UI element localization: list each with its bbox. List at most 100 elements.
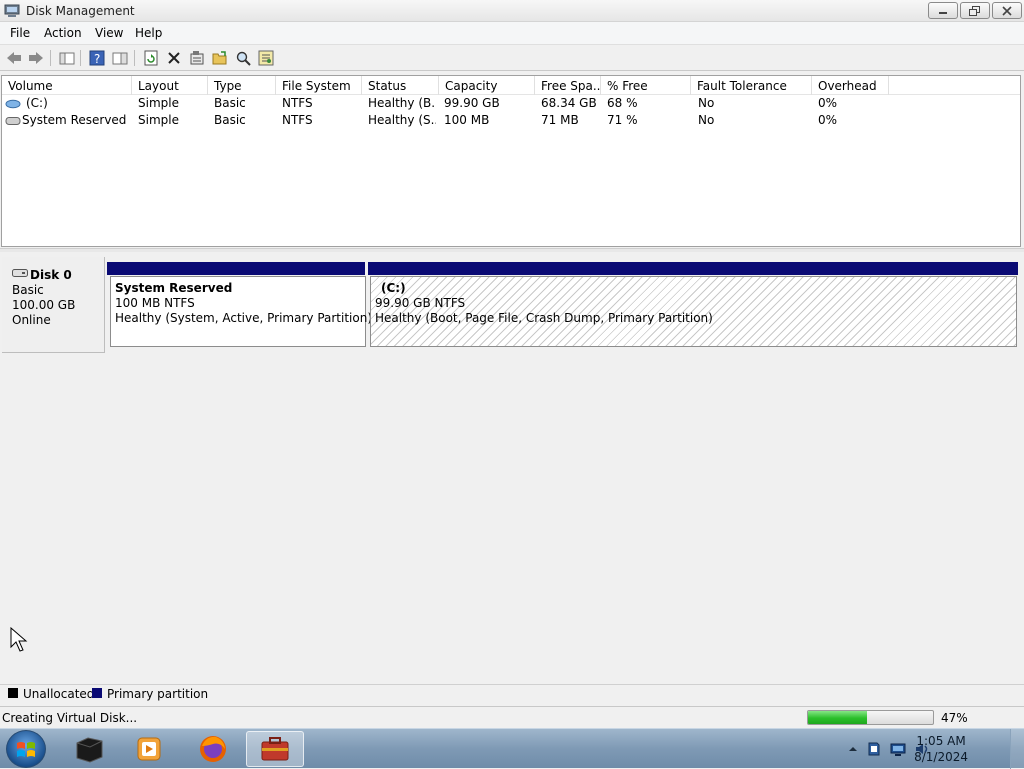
forward-icon xyxy=(28,52,43,64)
mouse-cursor-icon xyxy=(10,627,28,652)
partition-bar-system-reserved xyxy=(107,262,365,275)
taskbar-disk-management[interactable] xyxy=(246,731,304,767)
title-bar: Disk Management xyxy=(0,0,1024,22)
volume-list: Volume Layout Type File System Status Ca… xyxy=(1,75,1021,247)
column-header-layout[interactable]: Layout xyxy=(132,76,208,95)
volume-overhead: 0% xyxy=(818,96,838,110)
partition-size: 99.90 GB NTFS xyxy=(375,296,466,310)
menu-file[interactable]: File xyxy=(10,26,30,40)
pane-splitter[interactable] xyxy=(0,248,1024,252)
column-header-status[interactable]: Status xyxy=(362,76,439,95)
drive-icon xyxy=(5,117,21,125)
disk-state: Online xyxy=(12,313,51,327)
clock[interactable]: 1:05 AM 8/1/2024 xyxy=(914,733,968,765)
disk-management-app-icon xyxy=(4,4,20,17)
progress-bar xyxy=(807,710,934,725)
legend: Unallocated Primary partition xyxy=(0,684,1024,702)
taskbar-firefox[interactable] xyxy=(184,731,242,767)
action-center-icon[interactable] xyxy=(866,742,882,756)
partition-system-reserved[interactable]: System Reserved 100 MB NTFS Healthy (Sys… xyxy=(110,276,372,347)
disk-label[interactable]: Disk 0 Basic 100.00 GB Online xyxy=(2,257,105,353)
settings-button[interactable] xyxy=(256,49,275,67)
refresh-button[interactable] xyxy=(141,49,160,67)
explore-button[interactable] xyxy=(233,49,252,67)
partition-c[interactable]: (C:) 99.90 GB NTFS Healthy (Boot, Page F… xyxy=(370,276,1017,347)
volume-status: Healthy (B... xyxy=(368,96,436,110)
help-button[interactable]: ? xyxy=(87,49,106,67)
refresh-icon xyxy=(144,50,157,66)
volume-percent-free: 71 % xyxy=(607,113,638,127)
help-icon: ? xyxy=(89,50,104,66)
back-icon xyxy=(6,52,21,64)
volume-free-space: 71 MB xyxy=(541,113,579,127)
menu-help[interactable]: Help xyxy=(135,26,162,40)
volume-file-system: NTFS xyxy=(282,113,313,127)
volume-capacity: 99.90 GB xyxy=(444,96,500,110)
close-button[interactable] xyxy=(992,2,1022,19)
explore-icon xyxy=(236,51,251,66)
taskbar: 1:05 AM 8/1/2024 xyxy=(0,728,1024,769)
column-header-volume[interactable]: Volume xyxy=(2,76,132,95)
partition-name: (C:) xyxy=(381,281,406,295)
properties-view-button[interactable] xyxy=(110,49,129,67)
toolbar: ? xyxy=(0,44,1024,71)
console-window-icon xyxy=(76,737,103,763)
menu-action[interactable]: Action xyxy=(44,26,82,40)
column-header-capacity[interactable]: Capacity xyxy=(439,76,535,95)
properties-button[interactable] xyxy=(187,49,206,67)
show-desktop-button[interactable] xyxy=(1010,729,1024,769)
column-header-type[interactable]: Type xyxy=(208,76,276,95)
menu-bar: File Action View Help xyxy=(0,22,1024,44)
volume-capacity: 100 MB xyxy=(444,113,490,127)
volume-status: Healthy (S... xyxy=(368,113,436,127)
disk-map: Disk 0 Basic 100.00 GB Online System Res… xyxy=(1,253,1023,685)
volume-name: System Reserved xyxy=(22,113,127,127)
status-bar: Creating Virtual Disk... 47% xyxy=(0,706,1024,728)
open-button[interactable] xyxy=(210,49,229,67)
progress-fill xyxy=(808,711,867,724)
delete-button[interactable] xyxy=(164,49,183,67)
restore-button[interactable] xyxy=(960,2,990,19)
forward-button[interactable] xyxy=(26,49,45,67)
show-hidden-icons-icon[interactable] xyxy=(845,742,861,756)
media-player-icon xyxy=(137,737,161,761)
minimize-button[interactable] xyxy=(928,2,958,19)
progress-label: 47% xyxy=(941,711,968,725)
windows-logo-icon xyxy=(17,742,35,757)
firefox-icon xyxy=(200,736,226,762)
table-row[interactable]: System Reserved Simple Basic NTFS Health… xyxy=(2,112,1020,129)
taskbar-console[interactable] xyxy=(60,731,118,767)
console-tree-button[interactable] xyxy=(57,49,76,67)
start-button[interactable] xyxy=(6,730,46,768)
back-button[interactable] xyxy=(4,49,23,67)
delete-icon xyxy=(167,52,180,64)
drive-icon xyxy=(5,99,21,109)
column-header-free-space[interactable]: Free Spa... xyxy=(535,76,601,95)
volume-free-space: 68.34 GB xyxy=(541,96,597,110)
menu-view[interactable]: View xyxy=(95,26,123,40)
volume-layout: Simple xyxy=(138,113,179,127)
partition-size: 100 MB NTFS xyxy=(115,296,195,310)
volume-percent-free: 68 % xyxy=(607,96,638,110)
column-header-overhead[interactable]: Overhead xyxy=(812,76,889,95)
table-row[interactable]: (C:) Simple Basic NTFS Healthy (B... 99.… xyxy=(2,95,1020,112)
close-icon xyxy=(1002,5,1012,16)
properties-view-icon xyxy=(112,52,127,65)
legend-swatch-primary xyxy=(92,688,102,698)
console-tree-icon xyxy=(59,52,74,65)
status-text: Creating Virtual Disk... xyxy=(2,711,138,725)
volume-list-header: Volume Layout Type File System Status Ca… xyxy=(2,76,1020,95)
disk-icon xyxy=(12,269,28,277)
network-icon[interactable] xyxy=(890,742,906,756)
column-header-file-system[interactable]: File System xyxy=(276,76,362,95)
volume-overhead: 0% xyxy=(818,113,838,127)
partition-name: System Reserved xyxy=(115,281,233,295)
volume-name: (C:) xyxy=(26,96,48,110)
column-header-percent-free[interactable]: % Free xyxy=(601,76,691,95)
column-header-fault-tolerance[interactable]: Fault Tolerance xyxy=(691,76,812,95)
disk-type: Basic xyxy=(12,283,44,297)
taskbar-media-player[interactable] xyxy=(120,731,178,767)
volume-type: Basic xyxy=(214,96,246,110)
window-title: Disk Management xyxy=(26,4,135,18)
minimize-icon xyxy=(939,11,947,14)
